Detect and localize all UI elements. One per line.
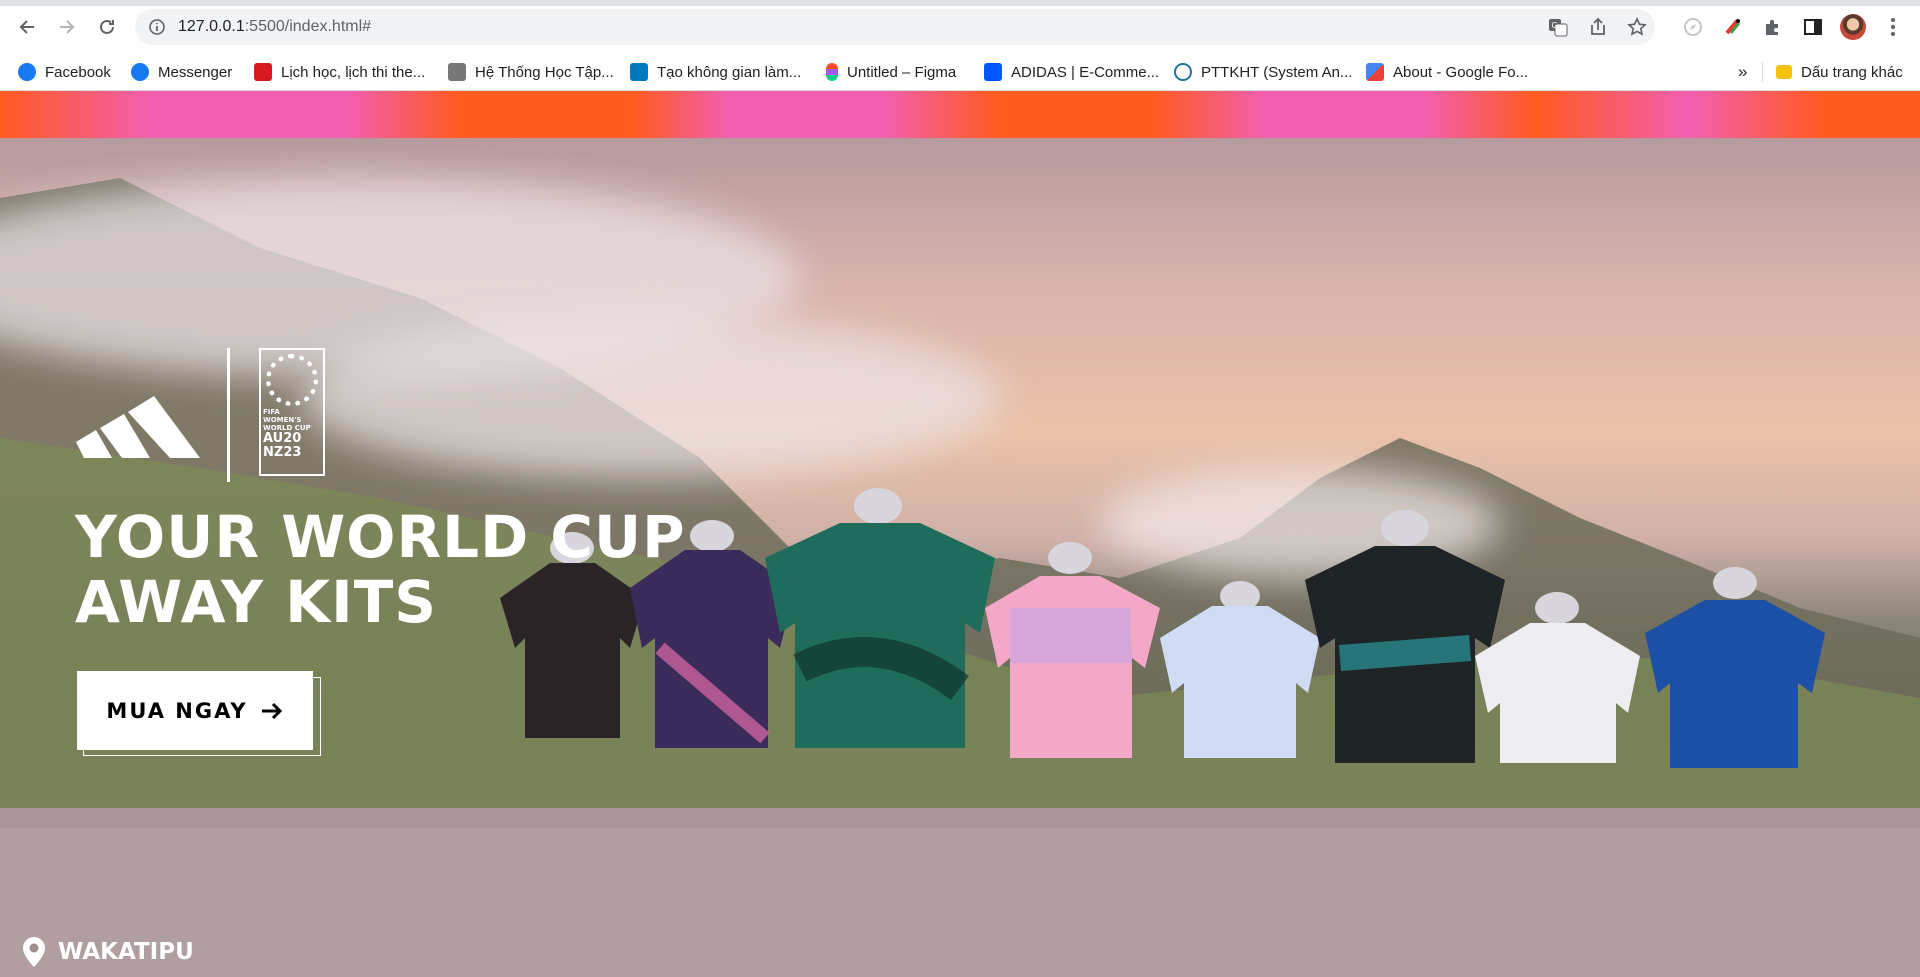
fifa-emblem-icon xyxy=(266,354,318,406)
bookmark-trello[interactable]: Tạo không gian làm... xyxy=(630,62,801,82)
hero-banner: FIFA WOMEN'S WORLD CUP AU20 NZ23 YOUR WO… xyxy=(0,138,1920,977)
bookmark-wordpress[interactable]: PTTKHT (System An... xyxy=(1174,62,1352,82)
bookmark-facebook[interactable]: Facebook xyxy=(18,62,111,82)
bookmark-behance[interactable]: ADIDAS | E-Comme... xyxy=(984,62,1159,82)
bookmark-other-folder[interactable]: Dấu trang khác xyxy=(1776,62,1903,82)
location-label: WAKATIPU xyxy=(20,935,194,969)
behance-icon xyxy=(984,63,1002,81)
more-bookmarks-chevron[interactable]: » xyxy=(1738,62,1747,82)
adidas-fifa-logo: FIFA WOMEN'S WORLD CUP AU20 NZ23 xyxy=(76,348,336,483)
browser-toolbar: 127.0.0.1:5500/index.html# G xyxy=(0,0,1920,53)
compass-icon[interactable] xyxy=(1680,14,1706,40)
wordpress-icon xyxy=(1174,63,1192,81)
bookmark-he-thong[interactable]: Hệ Thống Học Tập... xyxy=(448,62,614,82)
location-text: WAKATIPU xyxy=(58,939,194,965)
divider xyxy=(1762,62,1763,82)
sidebar-icon[interactable] xyxy=(1800,14,1826,40)
share-icon[interactable] xyxy=(1588,17,1608,42)
hero-title-line-1: YOUR WORLD CUP xyxy=(75,503,686,571)
info-icon[interactable] xyxy=(148,18,166,36)
facebook-icon xyxy=(131,63,149,81)
svg-text:G: G xyxy=(1552,21,1558,30)
cloud xyxy=(300,318,1000,478)
jersey-teal-black xyxy=(765,488,995,748)
hero-title: YOUR WORLD CUP AWAY KITS xyxy=(75,505,686,635)
shop-now-button[interactable]: MUA NGAY xyxy=(77,671,313,750)
map-pin-icon xyxy=(23,937,45,967)
fifa-wwc-logo: FIFA WOMEN'S WORLD CUP AU20 NZ23 xyxy=(259,348,325,476)
forward-arrow-icon[interactable] xyxy=(54,14,80,40)
jersey-light-blue xyxy=(1160,581,1320,758)
jersey-blue xyxy=(1645,567,1825,768)
avatar[interactable] xyxy=(1840,14,1866,40)
hero-title-line-2: AWAY KITS xyxy=(75,568,438,636)
bookmark-lich-hoc[interactable]: Lịch học, lịch thi the... xyxy=(254,62,425,82)
school-logo-icon xyxy=(254,63,272,81)
reload-icon[interactable] xyxy=(94,14,120,40)
address-bar[interactable]: 127.0.0.1:5500/index.html# G xyxy=(135,9,1655,45)
bookmark-google-fonts[interactable]: About - Google Fo... xyxy=(1366,62,1528,82)
google-fonts-icon xyxy=(1366,63,1384,81)
promo-banner-strip xyxy=(0,91,1920,138)
jersey-black-teal xyxy=(1305,510,1505,763)
trello-icon xyxy=(630,63,648,81)
figma-icon xyxy=(826,63,838,81)
url-path: :5500/index.html# xyxy=(244,18,372,35)
bookmarks-bar: Facebook Messenger Lịch học, lịch thi th… xyxy=(0,53,1920,91)
cta-wrapper: MUA NGAY xyxy=(77,671,321,756)
facebook-icon xyxy=(18,63,36,81)
back-arrow-icon[interactable] xyxy=(14,14,40,40)
bookmark-figma[interactable]: Untitled – Figma xyxy=(826,62,956,82)
url-host: 127.0.0.1 xyxy=(178,18,245,35)
arrow-right-icon xyxy=(261,702,282,719)
puzzle-icon[interactable] xyxy=(1760,14,1786,40)
bookmark-messenger[interactable]: Messenger xyxy=(131,62,232,82)
jersey-white xyxy=(1475,592,1640,763)
tab-strip xyxy=(0,0,1920,6)
star-icon[interactable] xyxy=(1627,17,1647,42)
menu-dots-icon[interactable] xyxy=(1880,14,1906,40)
url-text[interactable]: 127.0.0.1:5500/index.html# xyxy=(178,18,371,36)
translate-icon[interactable]: G xyxy=(1548,17,1568,42)
document-icon xyxy=(448,63,466,81)
colorful-extension-icon[interactable] xyxy=(1720,14,1746,40)
jersey-pink xyxy=(985,542,1160,758)
folder-icon xyxy=(1776,65,1792,79)
